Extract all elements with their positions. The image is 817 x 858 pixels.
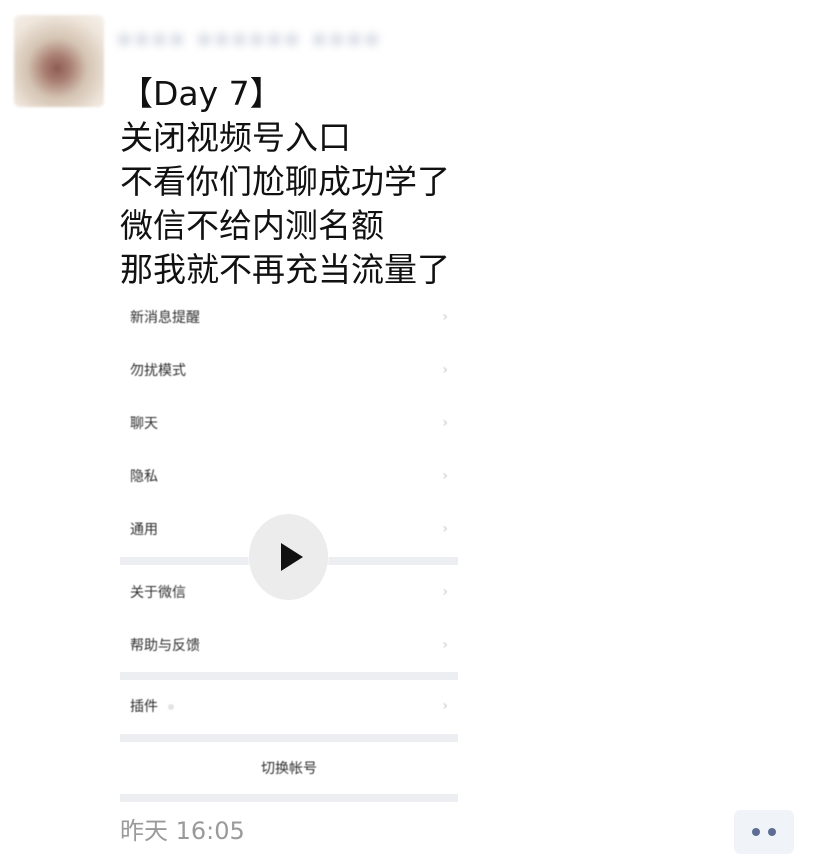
- settings-row-label: 勿扰模式: [130, 363, 186, 379]
- chevron-right-icon: ›: [442, 362, 448, 378]
- post-text: 【Day 7】 关闭视频号入口 不看你们尬聊成功学了 微信不给内测名额 那我就不…: [120, 72, 590, 292]
- chevron-right-icon: ›: [442, 468, 448, 484]
- section-divider: [120, 734, 458, 742]
- chevron-right-icon: ›: [442, 415, 448, 431]
- settings-row-label: 聊天: [130, 416, 158, 432]
- status-dot-icon: [168, 704, 174, 710]
- settings-row-privacy: 隐私 ›: [120, 450, 458, 502]
- username[interactable]: •••• •••••• ••••: [116, 16, 406, 64]
- settings-row-label: 隐私: [130, 469, 158, 485]
- settings-row-label: 关于微信: [130, 585, 186, 601]
- play-icon: [280, 543, 303, 571]
- post-text-line: 微信不给内测名额: [120, 206, 384, 245]
- settings-row-new-message-alerts: 新消息提醒 ›: [120, 291, 458, 343]
- settings-row-label: 帮助与反馈: [130, 638, 200, 654]
- post-text-line: 那我就不再充当流量了: [120, 250, 450, 289]
- settings-row-label: 通用: [130, 522, 158, 538]
- chevron-right-icon: ›: [442, 309, 448, 325]
- section-divider: [120, 672, 458, 680]
- post-timestamp: 昨天 16:05: [120, 817, 245, 845]
- post-text-line: 【Day 7】: [120, 74, 283, 113]
- chevron-right-icon: ›: [442, 637, 448, 653]
- switch-account-label: 切换帐号: [261, 761, 317, 777]
- section-divider: [120, 794, 458, 802]
- more-dot-icon: [752, 828, 760, 836]
- settings-row-chat: 聊天 ›: [120, 397, 458, 449]
- chevron-right-icon: ›: [442, 698, 448, 714]
- chevron-right-icon: ›: [442, 521, 448, 537]
- settings-row-do-not-disturb: 勿扰模式 ›: [120, 344, 458, 396]
- settings-row-label: 新消息提醒: [130, 310, 200, 326]
- chevron-right-icon: ›: [442, 584, 448, 600]
- post-text-line: 关闭视频号入口: [120, 118, 351, 157]
- post-text-line: 不看你们尬聊成功学了: [120, 162, 450, 201]
- settings-row-help-feedback: 帮助与反馈 ›: [120, 619, 458, 671]
- more-dot-icon: [768, 828, 776, 836]
- settings-row-label: 插件: [130, 696, 174, 716]
- more-button[interactable]: [734, 810, 794, 854]
- moments-post: •••• •••••• •••• 【Day 7】 关闭视频号入口 不看你们尬聊成…: [0, 0, 817, 858]
- play-button[interactable]: [249, 514, 328, 600]
- switch-account-row: 切换帐号: [120, 745, 458, 791]
- settings-row-plugins: 插件 ›: [120, 680, 458, 732]
- settings-row-label-text: 插件: [130, 699, 158, 715]
- avatar[interactable]: [14, 15, 104, 107]
